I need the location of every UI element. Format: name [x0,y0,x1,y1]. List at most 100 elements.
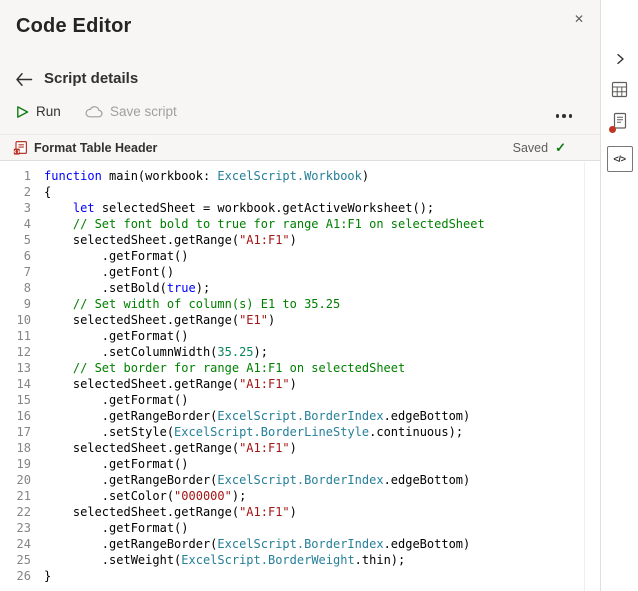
code-line: 17 .setStyle(ExcelScript.BorderLineStyle… [0,424,584,440]
more-options-icon[interactable] [554,110,575,122]
chevron-right-icon [613,52,627,66]
code-line: 15 .getFormat() [0,392,584,408]
line-number: 4 [23,217,31,231]
line-number: 11 [16,329,31,343]
code-line: 3 let selectedSheet = workbook.getActive… [0,200,584,216]
code-text: .getFormat() [44,249,189,263]
code-text: // Set width of column(s) E1 to 35.25 [44,297,341,311]
rail-code-editor-button[interactable]: </> [601,142,638,176]
collapse-pane-button[interactable] [601,44,638,74]
code-line: 25 .setWeight(ExcelScript.BorderWeight.t… [0,552,584,568]
code-line: 12 .setColumnWidth(35.25); [0,344,584,360]
code-lines: 1 function main(workbook: ExcelScript.Wor… [0,168,584,584]
code-line: 16 .getRangeBorder(ExcelScript.BorderInd… [0,408,584,424]
code-text: .getFormat() [44,393,189,407]
line-number: 16 [16,409,31,423]
code-text: { [44,185,52,199]
code-line: 2{ [0,184,584,200]
line-number: 18 [16,441,31,455]
code-text: // Set font bold to true for range A1:F1… [44,217,485,231]
code-line: 22 selectedSheet.getRange("A1:F1") [0,504,584,520]
code-text: let selectedSheet = workbook.getActiveWo… [72,201,435,215]
code-text: .getFormat() [44,457,189,471]
pane-title: Code Editor [16,15,132,37]
line-number: 2 [23,185,31,199]
code-line: 20 .getRangeBorder(ExcelScript.BorderInd… [0,472,584,488]
code-line: 19 .getFormat() [0,456,584,472]
code-text: .setWeight(ExcelScript.BorderWeight.thin… [44,553,406,567]
code-text: selectedSheet.getRange("A1:F1") [44,377,297,391]
code-text: // Set border for range A1:F1 on selecte… [44,361,406,375]
script-header-row: Format Table Header Saved ✓ [0,134,600,160]
line-number: 10 [16,313,31,327]
script-name: Format Table Header [34,141,158,155]
line-number: 9 [23,297,31,311]
back-arrow-icon[interactable] [15,72,33,87]
code-text: selectedSheet.getRange("E1") [44,313,276,327]
play-icon [16,105,29,119]
line-number: 5 [23,233,31,247]
save-script-label: Save script [110,104,177,119]
code-line: 6 .getFormat() [0,248,584,264]
code-text: .setBold(true); [44,281,211,295]
line-number: 23 [16,521,31,535]
save-status: Saved ✓ [513,135,566,161]
code-text: .getFormat() [44,329,189,343]
rail-table-pane-button[interactable] [601,74,638,104]
code-line: 1 function main(workbook: ExcelScript.Wor… [0,168,584,184]
run-label: Run [36,104,61,119]
line-number: 3 [23,201,31,215]
code-line: 7 .getFont() [0,264,584,280]
pane-header: Code Editor ✕ Script details Run Save sc… [0,0,600,161]
line-number: 15 [16,393,31,407]
red-notification-badge [609,126,616,133]
code-line: 14 selectedSheet.getRange("A1:F1") [0,376,584,392]
run-button[interactable]: Run [16,104,61,119]
code-text: .getRangeBorder(ExcelScript.BorderIndex.… [44,409,471,423]
code-text: .getRangeBorder(ExcelScript.BorderIndex.… [44,537,471,551]
line-number: 14 [16,377,31,391]
line-number: 24 [16,537,31,551]
line-number: 19 [16,457,31,471]
code-line: 23 .getFormat() [0,520,584,536]
code-text: .getFormat() [44,521,189,535]
saved-status-label: Saved [512,141,549,155]
code-line: 5 selectedSheet.getRange("A1:F1") [0,232,584,248]
line-number: 8 [23,281,31,295]
code-text: .setColor("000000"); [44,489,247,503]
code-line: 24 .getRangeBorder(ExcelScript.BorderInd… [0,536,584,552]
code-text: selectedSheet.getRange("A1:F1") [44,441,297,455]
line-number: 12 [16,345,31,359]
line-number: 22 [16,505,31,519]
editor-scrollbar[interactable] [584,162,600,591]
line-number: 26 [16,569,31,583]
code-text: selectedSheet.getRange("A1:F1") [44,505,297,519]
office-scripts-icon [13,140,28,155]
side-rail: </> [600,0,638,591]
code-line: 11 .getFormat() [0,328,584,344]
saved-check-icon: ✓ [555,140,566,155]
line-number: 13 [16,361,31,375]
table-grid-icon [611,81,628,98]
code-line: 8 .setBold(true); [0,280,584,296]
code-text: selectedSheet.getRange("A1:F1") [44,233,297,247]
line-number: 17 [16,425,31,439]
line-number: 21 [16,489,31,503]
line-number: 1 [23,169,31,183]
code-line: 10 selectedSheet.getRange("E1") [0,312,584,328]
code-line: 9 // Set width of column(s) E1 to 35.25 [0,296,584,312]
code-editor[interactable]: 1 function main(workbook: ExcelScript.Wor… [0,162,584,591]
rail-scripts-pane-button[interactable] [601,106,638,136]
code-line: 4 // Set font bold to true for range A1:… [0,216,584,232]
cloud-save-icon [85,105,103,118]
code-brackets-icon: </> [606,146,633,172]
script-details-link[interactable]: Script details [44,70,138,87]
line-number: 20 [16,473,31,487]
save-script-button[interactable]: Save script [85,104,177,119]
line-number: 25 [16,553,31,567]
line-number: 6 [23,249,31,263]
code-editor-pane: Code Editor ✕ Script details Run Save sc… [0,0,600,591]
code-text: .setStyle(ExcelScript.BorderLineStyle.co… [44,425,464,439]
code-line: 13 // Set border for range A1:F1 on sele… [0,360,584,376]
close-icon[interactable]: ✕ [568,8,590,30]
